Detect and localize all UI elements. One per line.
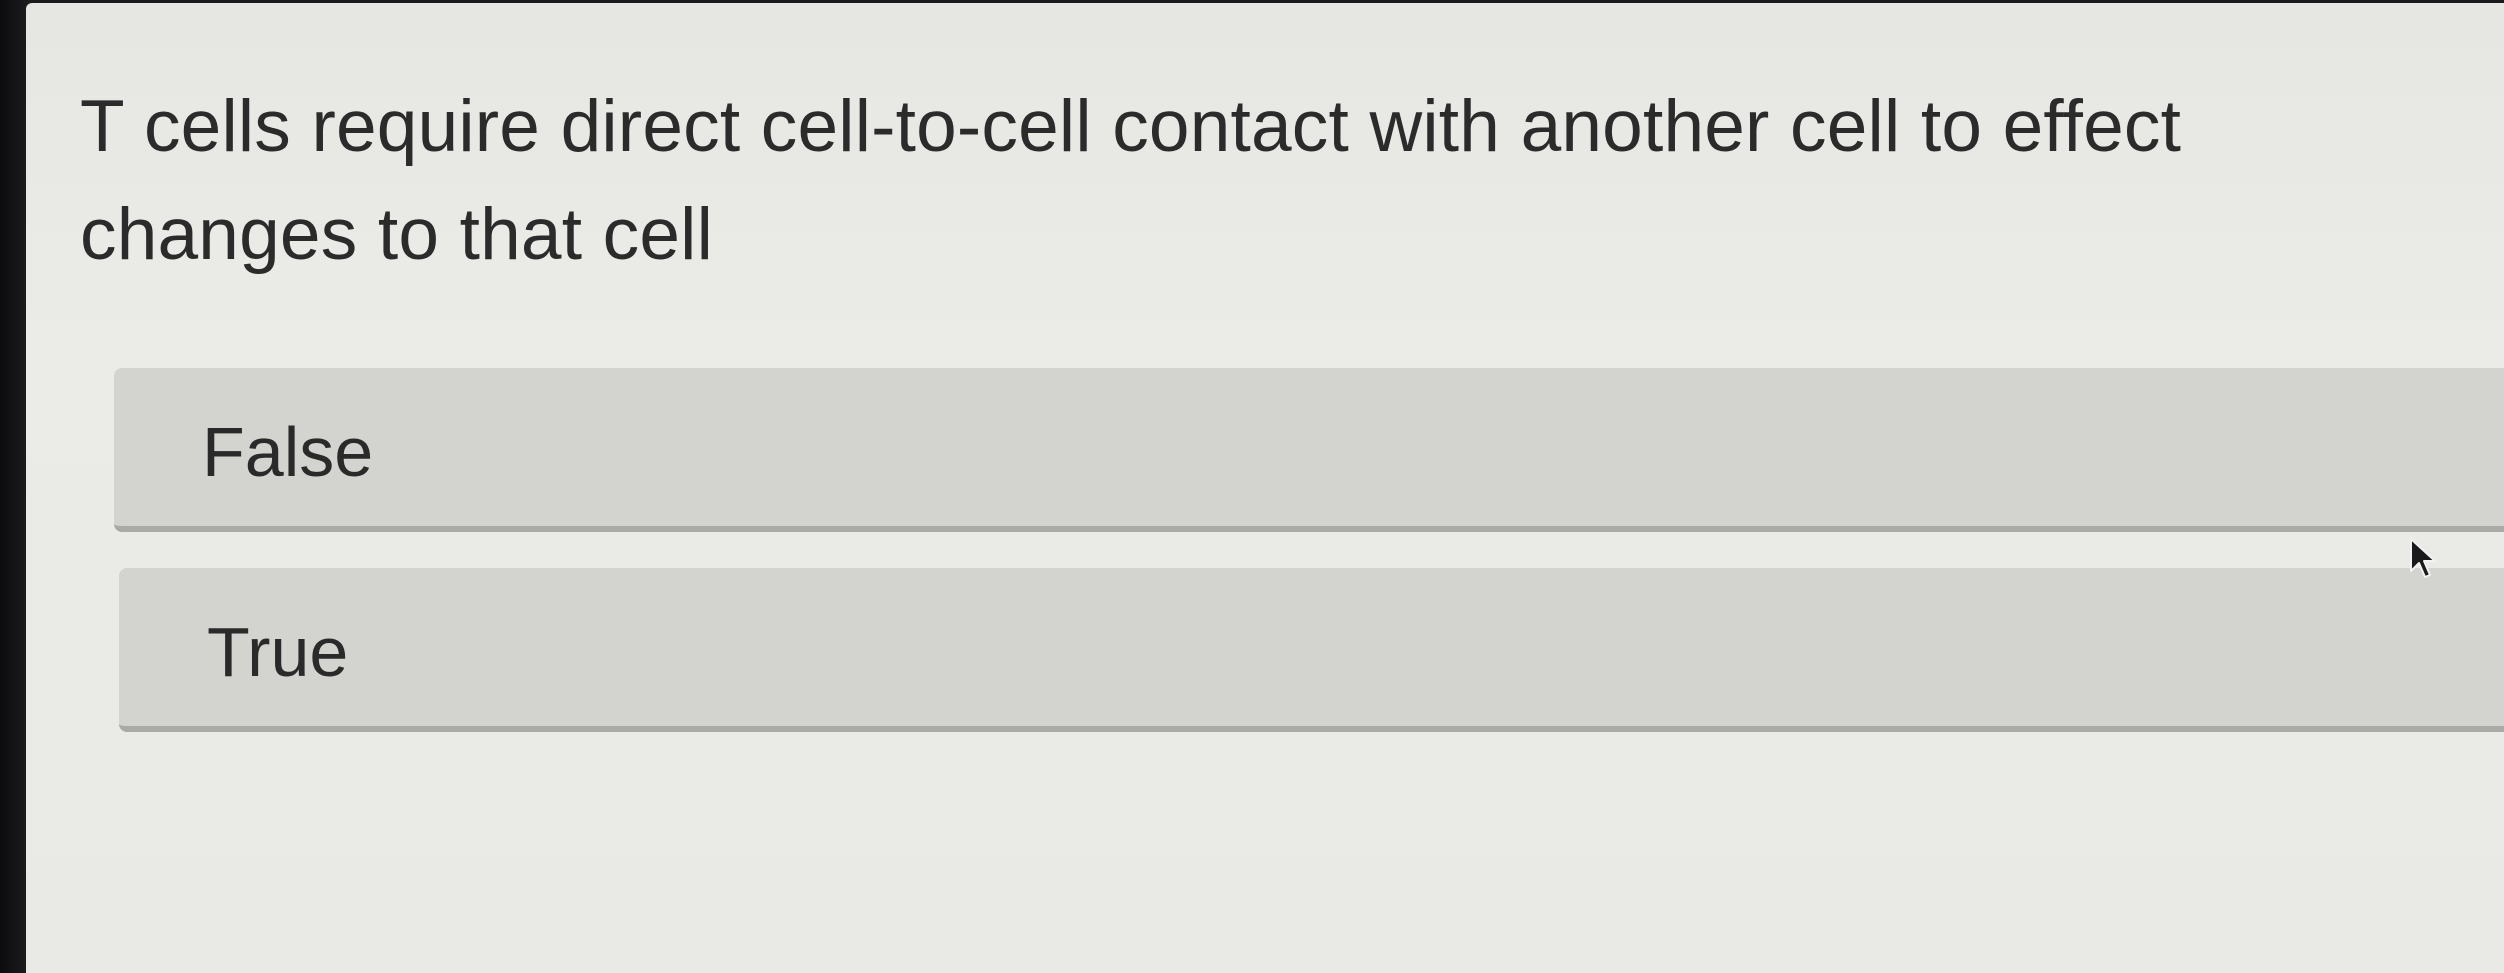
answer-label: False xyxy=(202,413,374,491)
answer-label: True xyxy=(207,613,349,691)
answer-option-false[interactable]: False xyxy=(114,368,2504,532)
answer-option-true[interactable]: True xyxy=(119,568,2504,732)
quiz-screen: T cells require direct cell-to-cell cont… xyxy=(26,3,2504,973)
mouse-pointer-icon xyxy=(2410,538,2436,578)
question-text: T cells require direct cell-to-cell cont… xyxy=(80,86,2182,275)
